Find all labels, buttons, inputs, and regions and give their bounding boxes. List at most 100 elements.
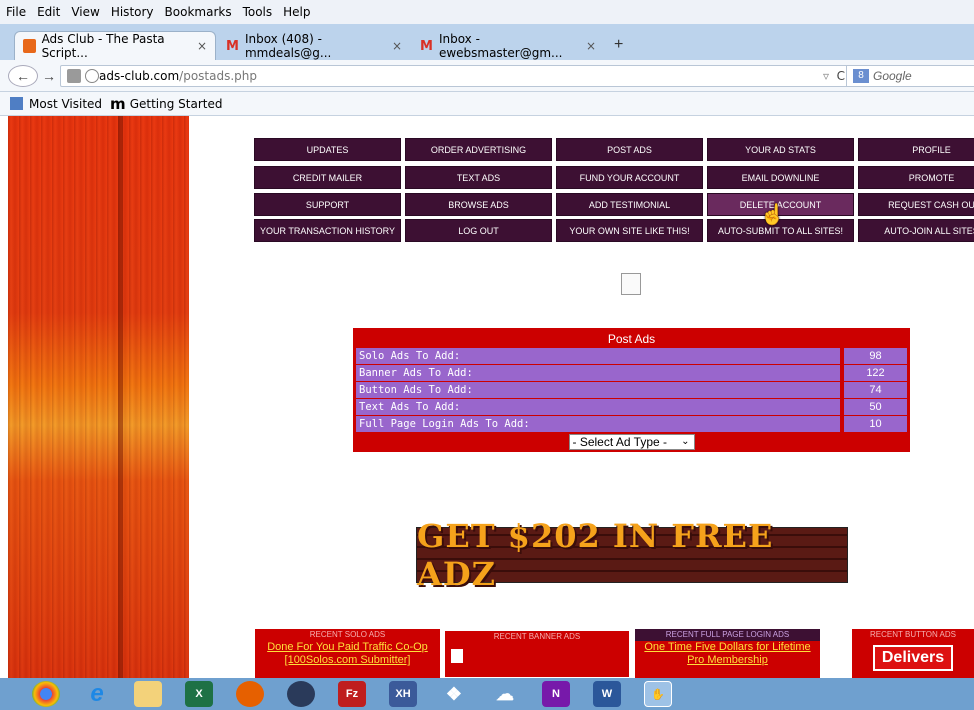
post-ads-panel: Post Ads Solo Ads To Add: 98 Banner Ads … bbox=[353, 328, 910, 452]
button-ads-label: Button Ads To Add: bbox=[356, 382, 840, 398]
nav-order-advertising[interactable]: ORDER ADVERTISING bbox=[405, 138, 552, 161]
word-icon[interactable]: W bbox=[593, 681, 621, 707]
search-placeholder: Google bbox=[873, 69, 912, 83]
file-explorer-icon[interactable] bbox=[134, 681, 162, 707]
recent-full-page-link[interactable]: One Time Five Dollars for Lifetime Pro M… bbox=[635, 641, 820, 667]
hand-cursor-icon: ☝ bbox=[760, 204, 785, 226]
banner-ads-count: 122 bbox=[844, 365, 907, 381]
dropbox-icon[interactable]: ❖ bbox=[440, 681, 468, 707]
full-page-ads-count: 10 bbox=[844, 416, 907, 432]
table-row: Solo Ads To Add: 98 bbox=[356, 348, 907, 364]
menu-view[interactable]: View bbox=[71, 5, 99, 19]
dropdown-arrow-icon[interactable]: ▿ bbox=[823, 69, 829, 83]
recent-solo-ad-link[interactable]: Done For You Paid Traffic Co-Op [100Solo… bbox=[255, 641, 440, 667]
recent-button-ads-heading: RECENT BUTTON ADS bbox=[870, 630, 956, 639]
recent-banner-ads: RECENT BANNER ADS bbox=[443, 629, 631, 678]
banner-ads-label: Banner Ads To Add: bbox=[356, 365, 840, 381]
site-favicon-icon bbox=[23, 39, 36, 53]
tab-label: Inbox (408) - mmdeals@g... bbox=[244, 31, 332, 60]
globe-icon bbox=[85, 69, 99, 83]
forward-button[interactable]: → bbox=[40, 65, 58, 87]
wood-background-image bbox=[8, 116, 189, 678]
table-row: Text Ads To Add: 50 bbox=[356, 399, 907, 415]
banner-text: GET $202 IN FREE ADZ bbox=[417, 517, 774, 593]
page-info-icon[interactable] bbox=[67, 69, 81, 83]
close-tab-icon[interactable]: × bbox=[392, 39, 402, 53]
tab-label: Ads Club - The Pasta Script... bbox=[41, 32, 165, 60]
full-page-ads-label: Full Page Login Ads To Add: bbox=[356, 416, 840, 432]
post-ads-title: Post Ads bbox=[607, 332, 656, 346]
nav-support[interactable]: SUPPORT bbox=[254, 193, 401, 216]
recent-solo-ads-heading: RECENT SOLO ADS bbox=[309, 630, 386, 639]
menu-bookmarks[interactable]: Bookmarks bbox=[165, 5, 232, 19]
url-bar[interactable]: ads-club.com/postads.php ▿ C bbox=[60, 65, 854, 87]
recent-full-page-heading: RECENT FULL PAGE LOGIN ADS bbox=[635, 629, 820, 641]
excel-icon[interactable]: X bbox=[185, 681, 213, 707]
nav-email-downline[interactable]: EMAIL DOWNLINE bbox=[707, 166, 854, 189]
recent-button-ads: RECENT BUTTON ADS Delivers bbox=[852, 629, 974, 678]
solo-ads-count: 98 bbox=[844, 348, 907, 364]
ie-icon[interactable]: e bbox=[83, 680, 111, 707]
firefox-icon[interactable] bbox=[236, 681, 264, 707]
nav-log-out[interactable]: LOG OUT bbox=[405, 219, 552, 242]
text-ads-label: Text Ads To Add: bbox=[356, 399, 840, 415]
tab-inbox-mmdeals[interactable]: M Inbox (408) - mmdeals@g... × bbox=[218, 31, 410, 60]
windows-taskbar: e X Fz XH ❖ ☁ N W ✋ bbox=[0, 678, 974, 710]
hand-icon[interactable]: ✋ bbox=[644, 681, 672, 707]
nav-own-site[interactable]: YOUR OWN SITE LIKE THIS! bbox=[556, 219, 703, 242]
chevron-down-icon: ⌄ bbox=[681, 436, 690, 447]
nav-add-testimonial[interactable]: ADD TESTIMONIAL bbox=[556, 193, 703, 216]
broken-image-icon bbox=[621, 273, 641, 295]
close-tab-icon[interactable]: × bbox=[586, 39, 596, 53]
search-engine-icon[interactable]: 8 bbox=[853, 69, 869, 83]
text-ads-count: 50 bbox=[844, 399, 907, 415]
media-player-icon[interactable] bbox=[287, 681, 315, 707]
bookmarks-toolbar: Most Visited m Getting Started bbox=[0, 92, 974, 116]
gmail-icon: M bbox=[226, 38, 239, 54]
reload-icon[interactable]: C bbox=[837, 69, 845, 83]
search-box[interactable]: 8 Google bbox=[846, 65, 974, 87]
filezilla-icon[interactable]: Fz bbox=[338, 681, 366, 707]
nav-auto-join[interactable]: AUTO-JOIN ALL SITES bbox=[858, 219, 974, 242]
nav-browse-ads[interactable]: BROWSE ADS bbox=[405, 193, 552, 216]
nav-transaction-history[interactable]: YOUR TRANSACTION HISTORY bbox=[254, 219, 401, 242]
close-tab-icon[interactable]: × bbox=[197, 39, 207, 53]
menu-edit[interactable]: Edit bbox=[37, 5, 60, 19]
menu-tools[interactable]: Tools bbox=[243, 5, 273, 19]
tab-inbox-ewebsmaster[interactable]: M Inbox - ewebsmaster@gm... × bbox=[412, 31, 604, 60]
nav-your-ad-stats[interactable]: YOUR AD STATS bbox=[707, 138, 854, 161]
new-tab-button[interactable]: + bbox=[614, 36, 623, 54]
delivers-button[interactable]: Delivers bbox=[873, 645, 953, 671]
recent-full-page-login-ads: RECENT FULL PAGE LOGIN ADS One Time Five… bbox=[635, 629, 820, 678]
nav-credit-mailer[interactable]: CREDIT MAILER bbox=[254, 166, 401, 189]
bookmark-getting-started[interactable]: Getting Started bbox=[130, 97, 223, 111]
m-logo-icon: m bbox=[110, 94, 126, 113]
url-host: ads-club.com bbox=[99, 69, 180, 83]
free-adz-banner[interactable]: GET $202 IN FREE ADZ bbox=[416, 517, 848, 593]
xh-icon[interactable]: XH bbox=[389, 681, 417, 707]
nav-updates[interactable]: UPDATES bbox=[254, 138, 401, 161]
button-ads-count: 74 bbox=[844, 382, 907, 398]
back-button[interactable]: ← bbox=[8, 65, 38, 87]
table-row: Banner Ads To Add: 122 bbox=[356, 365, 907, 381]
nav-profile[interactable]: PROFILE bbox=[858, 138, 974, 161]
ad-type-select[interactable]: - Select Ad Type - ⌄ bbox=[568, 434, 695, 450]
tab-label: Inbox - ewebsmaster@gm... bbox=[438, 31, 563, 60]
onenote-icon[interactable]: N bbox=[542, 681, 570, 707]
menu-help[interactable]: Help bbox=[283, 5, 310, 19]
menu-history[interactable]: History bbox=[111, 5, 154, 19]
nav-promote[interactable]: PROMOTE bbox=[858, 166, 974, 189]
tab-ads-club[interactable]: Ads Club - The Pasta Script... × bbox=[14, 31, 216, 60]
onedrive-icon[interactable]: ☁ bbox=[491, 681, 519, 707]
menu-file[interactable]: File bbox=[6, 5, 26, 19]
nav-text-ads[interactable]: TEXT ADS bbox=[405, 166, 552, 189]
solo-ads-label: Solo Ads To Add: bbox=[356, 348, 840, 364]
table-row: Button Ads To Add: 74 bbox=[356, 382, 907, 398]
nav-fund-your-account[interactable]: FUND YOUR ACCOUNT bbox=[556, 166, 703, 189]
nav-post-ads[interactable]: POST ADS bbox=[556, 138, 703, 161]
nav-request-cash-out[interactable]: REQUEST CASH OU bbox=[858, 193, 974, 216]
bookmark-folder-icon bbox=[10, 97, 23, 110]
bookmark-most-visited[interactable]: Most Visited bbox=[29, 97, 102, 111]
chrome-icon[interactable] bbox=[32, 681, 60, 707]
banner-thumbnail-icon[interactable] bbox=[451, 649, 463, 663]
